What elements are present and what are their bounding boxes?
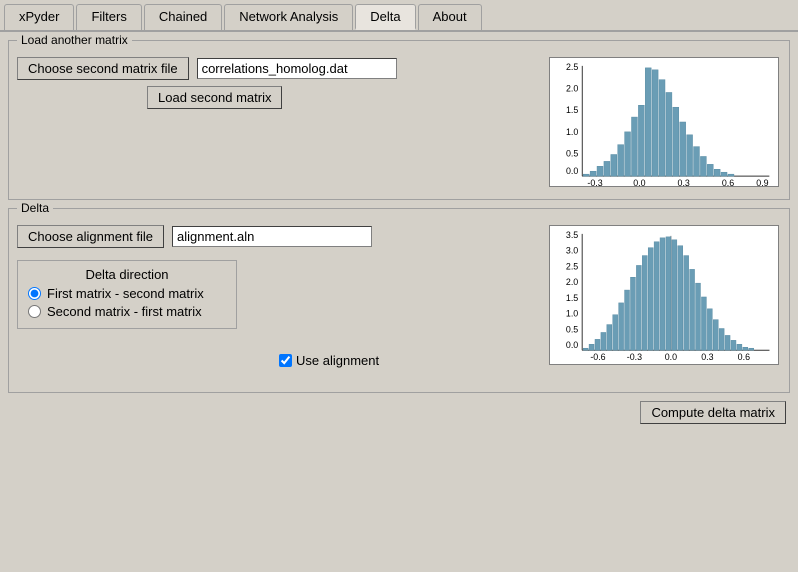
radio1-label: First matrix - second matrix <box>47 286 204 301</box>
delta-direction-group: Delta direction First matrix - second ma… <box>17 260 237 329</box>
use-alignment-row: Use alignment <box>279 353 379 368</box>
delta-chart: 3.5 3.0 2.5 2.0 1.5 1.0 0.5 0.0 -0.6 -0.… <box>549 225 779 365</box>
svg-text:2.5: 2.5 <box>566 62 578 72</box>
svg-text:0.9: 0.9 <box>756 178 768 186</box>
svg-text:0.5: 0.5 <box>566 148 578 158</box>
second-matrix-file-input[interactable] <box>197 58 397 79</box>
svg-text:-0.6: -0.6 <box>590 352 605 362</box>
svg-text:0.0: 0.0 <box>633 178 645 186</box>
svg-text:0.3: 0.3 <box>701 352 713 362</box>
first-chart-svg: 2.5 2.0 1.5 1.0 0.5 0.0 -0.3 0.0 0.3 0.6… <box>550 58 778 186</box>
svg-text:2.0: 2.0 <box>566 83 578 93</box>
tab-filters[interactable]: Filters <box>76 4 141 30</box>
load-second-matrix-button[interactable]: Load second matrix <box>147 86 282 109</box>
compute-row: Compute delta matrix <box>8 401 790 424</box>
svg-text:-0.3: -0.3 <box>627 352 642 362</box>
use-alignment-checkbox[interactable] <box>279 354 292 367</box>
svg-text:0.6: 0.6 <box>738 352 750 362</box>
svg-text:0.3: 0.3 <box>678 178 690 186</box>
main-content: Load another matrix Choose second matrix… <box>0 32 798 568</box>
radio2-row: Second matrix - first matrix <box>28 304 226 319</box>
delta-chart-svg: 3.5 3.0 2.5 2.0 1.5 1.0 0.5 0.0 -0.6 -0.… <box>550 226 778 364</box>
svg-text:0.0: 0.0 <box>566 166 578 176</box>
choose-second-matrix-button[interactable]: Choose second matrix file <box>17 57 189 80</box>
delta-group-label: Delta <box>17 201 53 215</box>
svg-text:1.5: 1.5 <box>566 105 578 115</box>
radio-first-minus-second[interactable] <box>28 287 41 300</box>
load-another-matrix-label: Load another matrix <box>17 33 132 47</box>
svg-text:2.0: 2.0 <box>566 277 578 287</box>
radio2-label: Second matrix - first matrix <box>47 304 202 319</box>
svg-text:1.0: 1.0 <box>566 309 578 319</box>
use-alignment-label: Use alignment <box>296 353 379 368</box>
svg-text:3.0: 3.0 <box>566 246 578 256</box>
svg-text:-0.3: -0.3 <box>587 178 602 186</box>
svg-text:1.5: 1.5 <box>566 293 578 303</box>
radio1-row: First matrix - second matrix <box>28 286 226 301</box>
svg-text:1.0: 1.0 <box>566 127 578 137</box>
delta-group: Delta Choose alignment file Delta direct… <box>8 208 790 393</box>
compute-delta-matrix-button[interactable]: Compute delta matrix <box>640 401 786 424</box>
svg-text:0.0: 0.0 <box>566 340 578 350</box>
svg-text:0.6: 0.6 <box>722 178 734 186</box>
choose-alignment-button[interactable]: Choose alignment file <box>17 225 164 248</box>
svg-text:2.5: 2.5 <box>566 261 578 271</box>
radio-second-minus-first[interactable] <box>28 305 41 318</box>
load-another-matrix-group: Load another matrix Choose second matrix… <box>8 40 790 200</box>
svg-text:0.0: 0.0 <box>665 352 677 362</box>
alignment-file-input[interactable] <box>172 226 372 247</box>
tab-bar: xPyder Filters Chained Network Analysis … <box>0 0 798 32</box>
tab-xpyder[interactable]: xPyder <box>4 4 74 30</box>
tab-about[interactable]: About <box>418 4 482 30</box>
svg-text:3.5: 3.5 <box>566 230 578 240</box>
svg-text:0.5: 0.5 <box>566 324 578 334</box>
first-matrix-chart: 2.5 2.0 1.5 1.0 0.5 0.0 -0.3 0.0 0.3 0.6… <box>549 57 779 187</box>
delta-direction-label: Delta direction <box>28 267 226 282</box>
tab-network-analysis[interactable]: Network Analysis <box>224 4 353 30</box>
tab-chained[interactable]: Chained <box>144 4 222 30</box>
tab-delta[interactable]: Delta <box>355 4 415 30</box>
